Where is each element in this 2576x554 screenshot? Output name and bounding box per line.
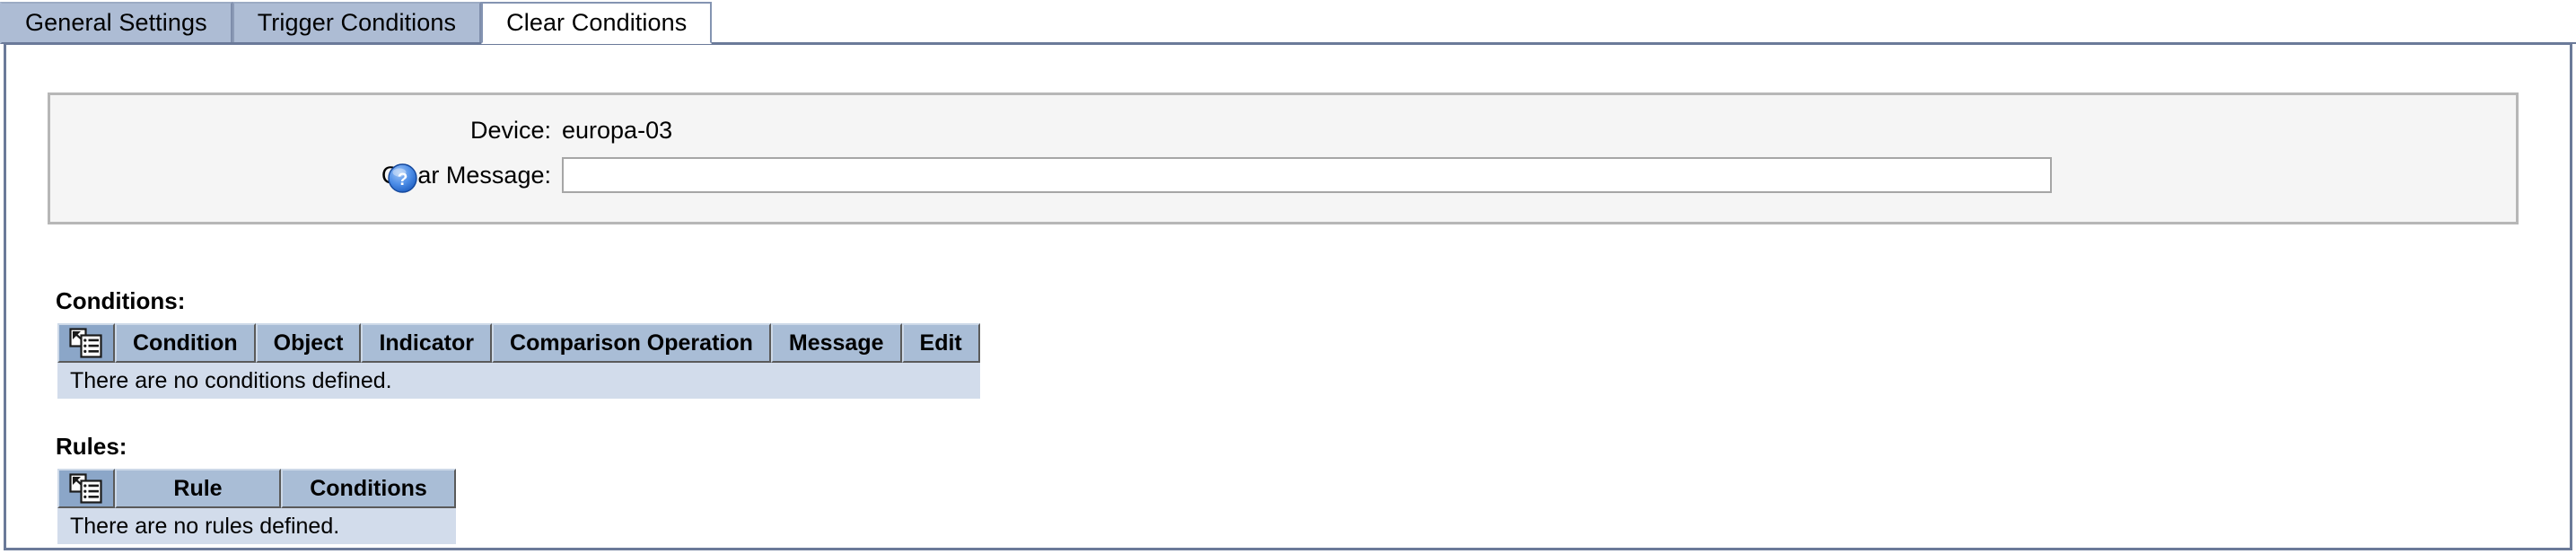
rules-table: Rule Conditions There are no rules defin… [57,469,456,544]
conditions-section-label: Conditions: [56,287,186,314]
rules-new-item-button[interactable] [57,469,115,508]
conditions-empty-row: There are no conditions defined. [57,363,980,399]
tab-bar: General Settings Trigger Conditions Clea… [0,0,2576,44]
tab-clear-conditions-label: Clear Conditions [506,9,688,36]
tab-clear-conditions[interactable]: Clear Conditions [481,2,713,44]
device-label: Device: [469,116,551,144]
conditions-table: Condition Object Indicator Comparison Op… [57,323,980,399]
conditions-table-header-row: Condition Object Indicator Comparison Op… [57,323,980,363]
application-window: General Settings Trigger Conditions Clea… [0,0,2576,554]
clear-message-label: Clear Message: [381,161,551,189]
conditions-empty-text: There are no conditions defined. [57,363,980,399]
rules-empty-row: There are no rules defined. [57,508,456,544]
tab-general-settings[interactable]: General Settings [0,2,232,44]
clear-message-row: ? Clear Message: [50,155,2438,195]
device-info-box: Device: europa-03 ? Clear Message: [48,92,2519,224]
conditions-new-item-button[interactable] [57,323,115,363]
help-question-icon[interactable]: ? [388,163,417,193]
device-row: Device: europa-03 [50,110,1038,150]
clear-message-input[interactable] [562,157,2052,193]
conditions-col-object[interactable]: Object [255,323,362,363]
new-list-item-icon [69,473,103,504]
tab-trigger-conditions-label: Trigger Conditions [257,9,457,36]
conditions-col-condition[interactable]: Condition [115,323,256,363]
rules-section-label: Rules: [56,433,127,460]
tab-trigger-conditions[interactable]: Trigger Conditions [232,2,482,44]
new-list-item-icon [69,328,103,358]
conditions-col-comparison-operation[interactable]: Comparison Operation [492,323,771,363]
tab-general-settings-label: General Settings [25,9,207,36]
clear-conditions-panel: Device: europa-03 ? Clear Message: Condi… [4,42,2572,550]
rules-table-header-row: Rule Conditions [57,469,456,508]
rules-col-conditions[interactable]: Conditions [281,469,456,508]
svg-text:?: ? [398,171,408,189]
conditions-col-message[interactable]: Message [770,323,902,363]
tab-bar-filler [712,2,2576,44]
conditions-col-indicator[interactable]: Indicator [361,323,493,363]
conditions-col-edit[interactable]: Edit [901,323,980,363]
rules-empty-text: There are no rules defined. [57,508,456,544]
rules-col-rule[interactable]: Rule [115,469,281,508]
device-value: europa-03 [562,116,673,144]
